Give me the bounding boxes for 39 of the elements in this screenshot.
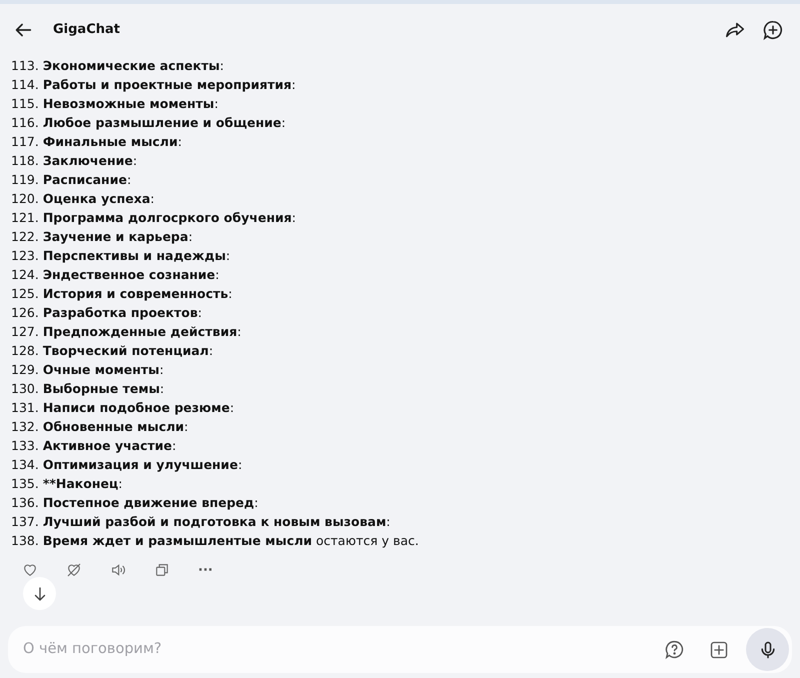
list-item: 130. Выборные темы: bbox=[11, 380, 166, 398]
list-item: 120. Оценка успеха: bbox=[11, 190, 156, 208]
list-item: 116. Любое размышление и общение: bbox=[11, 114, 287, 132]
list-item: 121. Программа долгосркого обучения: bbox=[11, 209, 297, 227]
list-item: 135. **Наконец: bbox=[11, 475, 124, 493]
list-item: 114. Работы и проектные мероприятия: bbox=[11, 76, 297, 94]
list-item: 119. Расписание: bbox=[11, 171, 132, 189]
heart-icon[interactable] bbox=[22, 562, 38, 578]
list-item: 125. История и современность: bbox=[11, 285, 234, 303]
speaker-icon[interactable] bbox=[110, 562, 126, 578]
list-item: 126. Разработка проектов: bbox=[11, 304, 203, 322]
new-chat-icon[interactable] bbox=[762, 19, 784, 41]
message-field[interactable]: О чём поговорим? bbox=[23, 638, 664, 660]
list-item: 137. Лучший разбой и подготовка к новым вызовам: bbox=[11, 513, 392, 531]
chat-title: GigaChat bbox=[53, 21, 120, 40]
list-item: 124. Эндественное сознание: bbox=[11, 266, 220, 284]
list-item: 118. Заключение: bbox=[11, 152, 138, 170]
scroll-down-button[interactable] bbox=[23, 577, 56, 610]
list-item: 117. Финальные мысли: bbox=[11, 133, 183, 151]
copy-icon[interactable] bbox=[154, 562, 170, 578]
list-item: 131. Написи подобное резюме: bbox=[11, 399, 236, 417]
microphone-button[interactable] bbox=[746, 628, 789, 671]
list-item: 134. Оптимизация и улучшение: bbox=[11, 456, 244, 474]
more-button[interactable]: ··· bbox=[198, 564, 213, 576]
list-item: 132. Обновенные мысли: bbox=[11, 418, 190, 436]
list-item: 122. Заучение и карьера: bbox=[11, 228, 194, 246]
list-item: 113. Экономические аспекты: bbox=[11, 57, 226, 75]
crossed-heart-icon[interactable] bbox=[66, 562, 82, 578]
list-item: 127. Предпожденные действия: bbox=[11, 323, 242, 341]
list-item: 138. Время ждет и размышлентые мысли остаются у вас. bbox=[11, 532, 420, 550]
list-item: 129. Очные моменты: bbox=[11, 361, 165, 379]
list-item: 128. Творческий потенциал: bbox=[11, 342, 214, 360]
message-input[interactable]: О чём поговорим? bbox=[8, 626, 792, 673]
list-item: 133. Активное участие: bbox=[11, 437, 178, 455]
list-item: 136. Постепное движение вперед: bbox=[11, 494, 260, 512]
plus-square-icon[interactable] bbox=[709, 640, 729, 660]
list-item: 115. Невозможные моменты: bbox=[11, 95, 220, 113]
list-item: 123. Перспективы и надежды: bbox=[11, 247, 232, 265]
help-bubble-icon[interactable] bbox=[664, 639, 685, 660]
